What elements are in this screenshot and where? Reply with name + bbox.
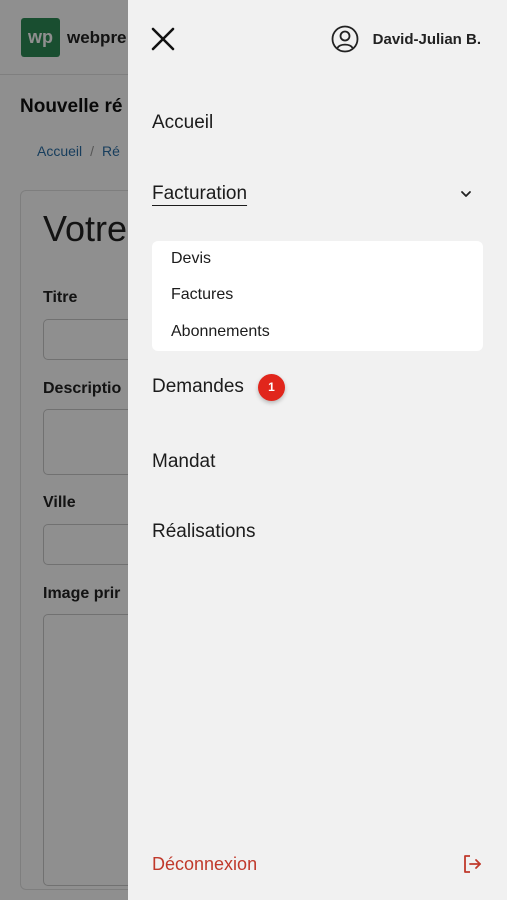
submenu-item-abonnements[interactable]: Abonnements: [171, 323, 270, 341]
logout-link[interactable]: Déconnexion: [152, 854, 257, 875]
nav-item-facturation[interactable]: Facturation: [152, 183, 247, 205]
submenu-item-devis[interactable]: Devis: [171, 250, 211, 268]
submenu-item-factures[interactable]: Factures: [171, 286, 233, 304]
nav-item-mandat[interactable]: Mandat: [152, 451, 215, 473]
nav-item-accueil[interactable]: Accueil: [152, 112, 213, 134]
chevron-down-icon[interactable]: [459, 187, 473, 201]
navigation-drawer: David-Julian B. Accueil Facturation Devi…: [128, 0, 507, 900]
user-profile[interactable]: David-Julian B.: [331, 25, 481, 53]
close-icon: [151, 27, 175, 51]
close-button[interactable]: [148, 24, 178, 54]
user-name: David-Julian B.: [372, 30, 481, 48]
facturation-submenu: Devis Factures Abonnements: [152, 241, 483, 351]
user-circle-icon: [331, 25, 359, 53]
notification-badge: 1: [258, 374, 285, 401]
nav-item-demandes[interactable]: Demandes: [152, 376, 244, 398]
nav-item-realisations[interactable]: Réalisations: [152, 521, 256, 543]
logout-icon[interactable]: [461, 853, 483, 875]
